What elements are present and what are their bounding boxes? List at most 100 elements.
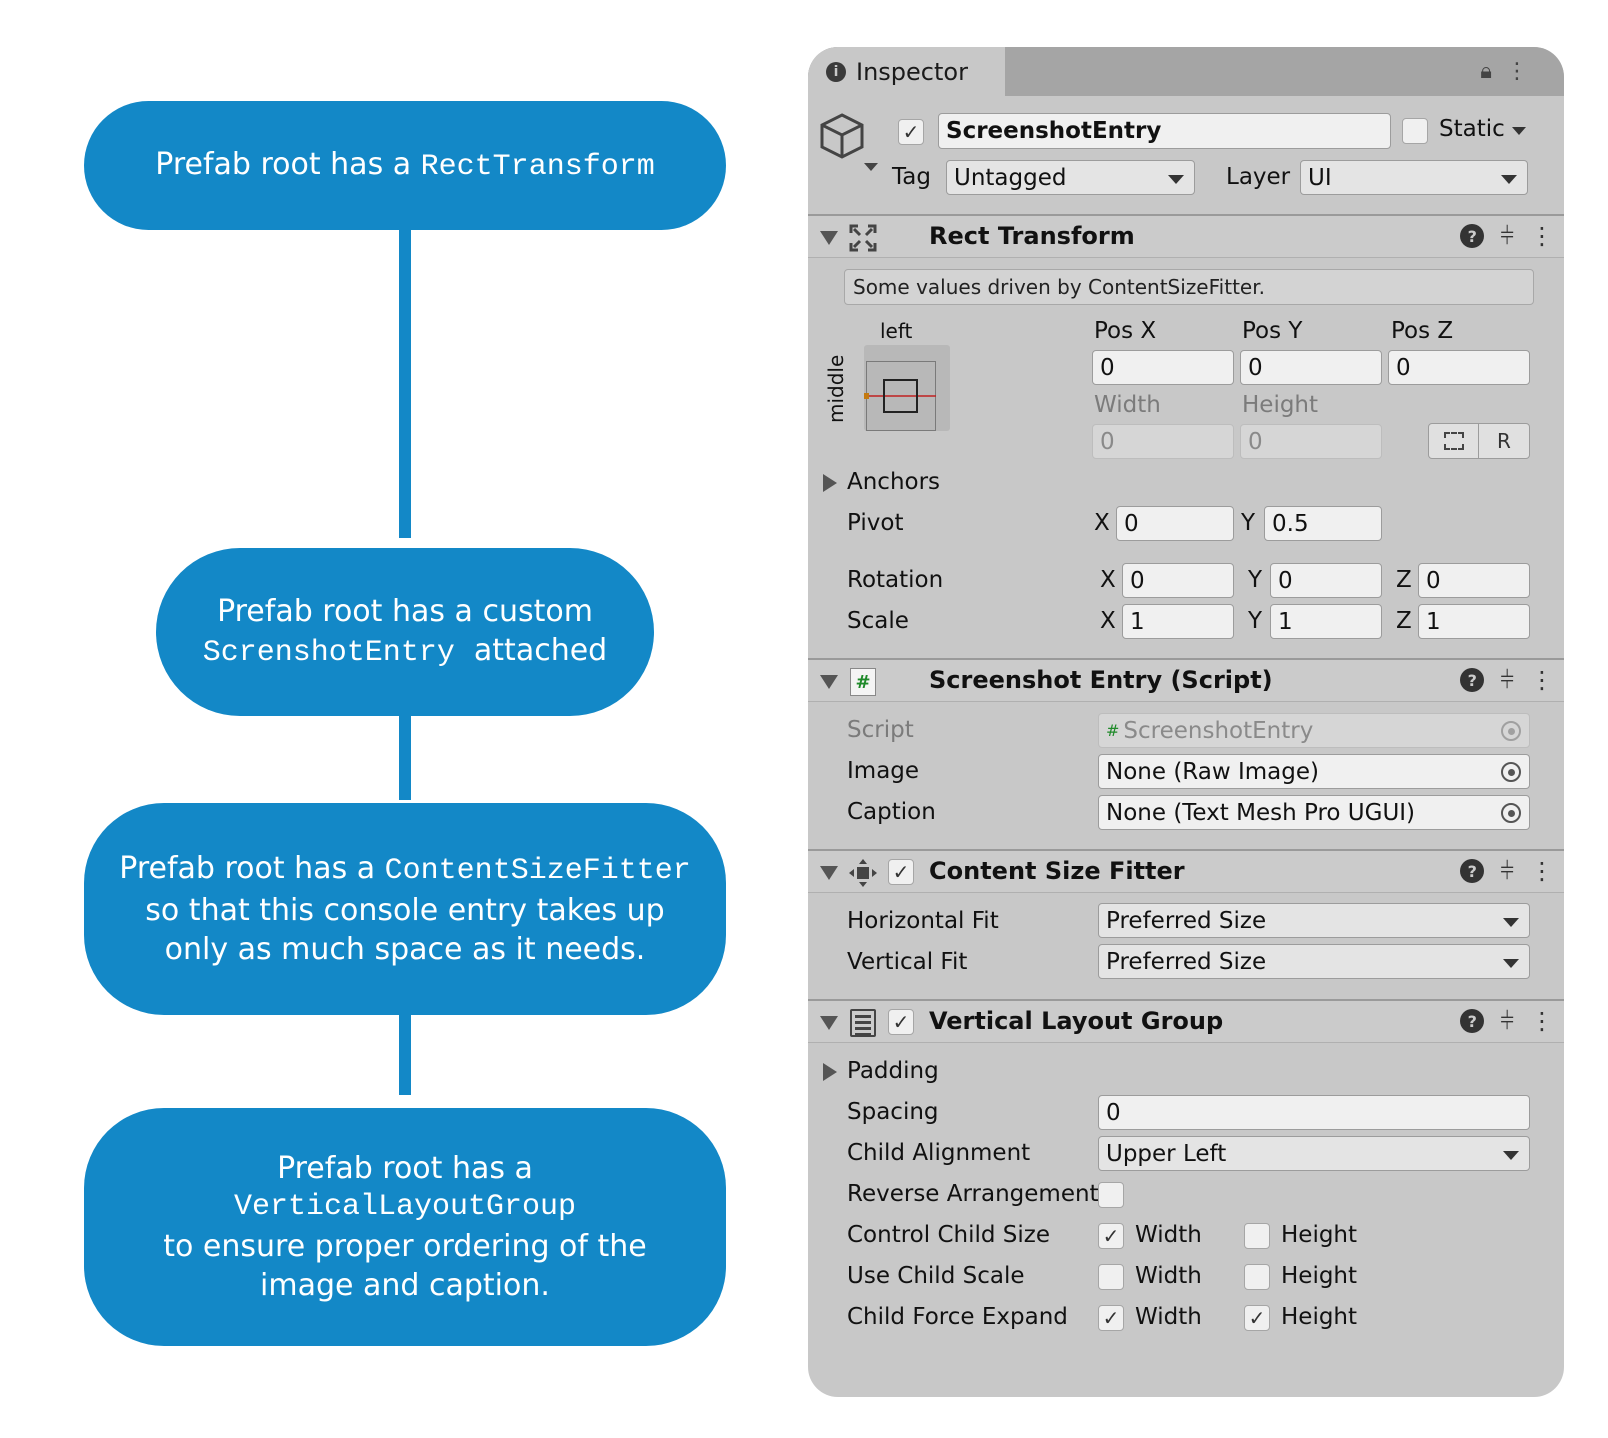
control-child-size-height-checkbox[interactable]	[1244, 1223, 1270, 1249]
scale-z-label: Z	[1396, 608, 1412, 634]
callout-code: ScrenshotEntry	[202, 635, 455, 670]
horizontal-fit-dropdown[interactable]: Preferred Size	[1098, 903, 1530, 938]
spacing-label: Spacing	[847, 1099, 939, 1125]
child-alignment-dropdown[interactable]: Upper Left	[1098, 1136, 1530, 1171]
kebab-menu-icon[interactable]: ⋮	[1506, 59, 1542, 84]
vertical-fit-label: Vertical Fit	[847, 949, 968, 975]
callout-code: RectTransform	[420, 149, 655, 184]
rotation-label: Rotation	[847, 567, 944, 593]
rect-transform-header[interactable]: Rect Transform ? ⫩ ⋮	[808, 214, 1564, 258]
use-child-scale-height-label: Height	[1281, 1263, 1358, 1289]
image-label: Image	[847, 758, 920, 784]
rotation-x-label: X	[1100, 567, 1116, 593]
driven-values-note: Some values driven by ContentSizeFitter.	[844, 269, 1534, 305]
use-child-scale-label: Use Child Scale	[847, 1263, 1025, 1289]
script-hash-icon: #	[1106, 721, 1120, 740]
fold-arrow-icon[interactable]	[820, 866, 838, 880]
image-field[interactable]: None (Raw Image)	[1098, 754, 1530, 789]
tag-label: Tag	[892, 164, 931, 190]
callout-text: only as much space as it needs.	[164, 932, 646, 967]
tag-dropdown[interactable]: Untagged	[946, 160, 1195, 195]
pivot-y-field[interactable]: 0.5	[1264, 506, 1382, 541]
kebab-menu-icon[interactable]: ⋮	[1530, 1006, 1554, 1036]
object-picker-icon[interactable]	[1501, 762, 1521, 782]
rotation-y-label: Y	[1248, 567, 1263, 593]
tab-inspector[interactable]: i Inspector	[808, 47, 1005, 96]
rotation-x-field[interactable]: 0	[1122, 563, 1234, 598]
padding-label[interactable]: Padding	[847, 1058, 939, 1084]
active-checkbox[interactable]: ✓	[898, 119, 924, 145]
anchors-fold-icon[interactable]	[823, 474, 837, 492]
child-force-expand-height-checkbox[interactable]: ✓	[1244, 1305, 1270, 1331]
use-child-scale-height-checkbox[interactable]	[1244, 1264, 1270, 1290]
chevron-down-icon	[1501, 175, 1517, 184]
anchor-presets-button[interactable]	[864, 345, 950, 431]
vertical-layout-group-header[interactable]: ✓ Vertical Layout Group ? ⫩ ⋮	[808, 999, 1564, 1043]
callout-text: Prefab root has a	[119, 851, 376, 886]
fold-arrow-icon[interactable]	[820, 1016, 838, 1030]
info-icon: i	[826, 61, 846, 82]
presets-icon[interactable]: ⫩	[1500, 221, 1514, 251]
tab-tools: 🔒︎⋮	[1480, 59, 1542, 84]
screenshot-entry-header[interactable]: # Screenshot Entry (Script) ? ⫩ ⋮	[808, 658, 1564, 702]
vertical-layout-group-enabled-checkbox[interactable]: ✓	[888, 1009, 914, 1035]
content-size-fitter-enabled-checkbox[interactable]: ✓	[888, 859, 914, 885]
object-picker-icon[interactable]	[1501, 803, 1521, 823]
reverse-arrangement-checkbox[interactable]	[1098, 1182, 1124, 1208]
vertical-fit-dropdown[interactable]: Preferred Size	[1098, 944, 1530, 979]
fold-arrow-icon[interactable]	[820, 675, 838, 689]
control-child-size-width-checkbox[interactable]: ✓	[1098, 1223, 1124, 1249]
scale-x-field[interactable]: 1	[1122, 604, 1234, 639]
rotation-z-field[interactable]: 0	[1418, 563, 1530, 598]
child-force-expand-width-checkbox[interactable]: ✓	[1098, 1305, 1124, 1331]
kebab-menu-icon[interactable]: ⋮	[1530, 856, 1554, 886]
pos-z-field[interactable]: 0	[1388, 350, 1530, 385]
static-label: Static	[1439, 116, 1505, 142]
static-checkbox[interactable]	[1402, 118, 1428, 144]
fold-arrow-icon[interactable]	[820, 231, 838, 245]
help-icon[interactable]: ?	[1460, 224, 1485, 248]
pos-z-label: Pos Z	[1391, 318, 1454, 344]
pos-y-field[interactable]: 0	[1240, 350, 1382, 385]
presets-icon[interactable]: ⫩	[1500, 1006, 1514, 1036]
scale-z-field[interactable]: 1	[1418, 604, 1530, 639]
use-child-scale-width-checkbox[interactable]	[1098, 1264, 1124, 1290]
scale-y-field[interactable]: 1	[1270, 604, 1382, 639]
vertical-layout-group-title: Vertical Layout Group	[929, 1007, 1224, 1035]
callout-rect-transform: Prefab root has a RectTransform	[84, 101, 726, 230]
scale-label: Scale	[847, 608, 909, 634]
pos-x-field[interactable]: 0	[1092, 350, 1234, 385]
pivot-y-label: Y	[1241, 510, 1256, 536]
width-field: 0	[1092, 424, 1234, 459]
presets-icon[interactable]: ⫩	[1500, 856, 1514, 886]
padding-fold-icon[interactable]	[823, 1063, 837, 1081]
help-icon[interactable]: ?	[1460, 668, 1485, 692]
presets-icon[interactable]: ⫩	[1500, 665, 1514, 695]
anchor-preset-horizontal-label: left	[880, 319, 913, 343]
callout-screenshot-entry: Prefab root has a custom ScrenshotEntry …	[156, 548, 654, 716]
help-icon[interactable]: ?	[1460, 859, 1485, 883]
caption-field[interactable]: None (Text Mesh Pro UGUI)	[1098, 795, 1530, 830]
help-icon[interactable]: ?	[1460, 1009, 1485, 1033]
cube-icon	[820, 111, 880, 177]
rotation-y-field[interactable]: 0	[1270, 563, 1382, 598]
dashed-rect-icon	[1443, 432, 1464, 450]
kebab-menu-icon[interactable]: ⋮	[1530, 665, 1554, 695]
callout-code: ContentSizeFitter	[384, 854, 691, 888]
blueprint-mode-button[interactable]	[1428, 423, 1479, 459]
spacing-field[interactable]: 0	[1098, 1095, 1530, 1130]
anchors-label[interactable]: Anchors	[847, 469, 940, 495]
pivot-x-field[interactable]: 0	[1116, 506, 1234, 541]
layer-dropdown[interactable]: UI	[1300, 160, 1528, 195]
height-field: 0	[1240, 424, 1382, 459]
content-size-fitter-header[interactable]: ✓ Content Size Fitter ? ⫩ ⋮	[808, 849, 1564, 893]
static-dropdown-arrow-icon[interactable]	[1512, 127, 1526, 135]
pivot-label: Pivot	[847, 510, 904, 536]
kebab-menu-icon[interactable]: ⋮	[1530, 221, 1554, 251]
raw-edit-button[interactable]: R	[1478, 423, 1530, 459]
scale-y-label: Y	[1248, 608, 1263, 634]
scale-x-label: X	[1100, 608, 1116, 634]
lock-icon[interactable]: 🔒︎	[1480, 59, 1506, 84]
object-name-field[interactable]: ScreenshotEntry	[938, 113, 1391, 149]
content-size-fitter-title: Content Size Fitter	[929, 857, 1185, 885]
